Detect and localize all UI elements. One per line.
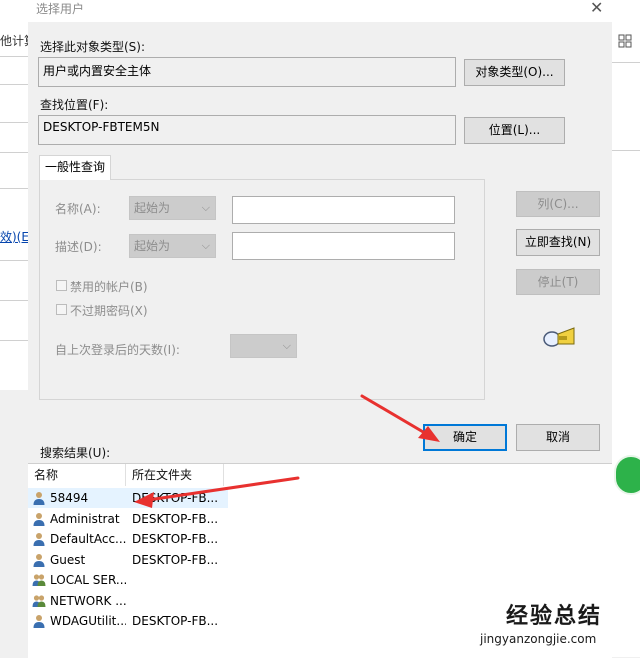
arrow-to-row-head (134, 492, 154, 508)
watermark: 经验总结 jingyanzongjie.com (480, 598, 602, 646)
arrow-to-ok-head (418, 426, 440, 442)
watermark-title: 经验总结 (506, 604, 603, 629)
arrow-to-row-line (146, 476, 300, 502)
arrow-to-ok-line (360, 394, 432, 438)
watermark-url: jingyanzongjie.com (480, 632, 597, 646)
annotation-arrows (134, 394, 440, 508)
